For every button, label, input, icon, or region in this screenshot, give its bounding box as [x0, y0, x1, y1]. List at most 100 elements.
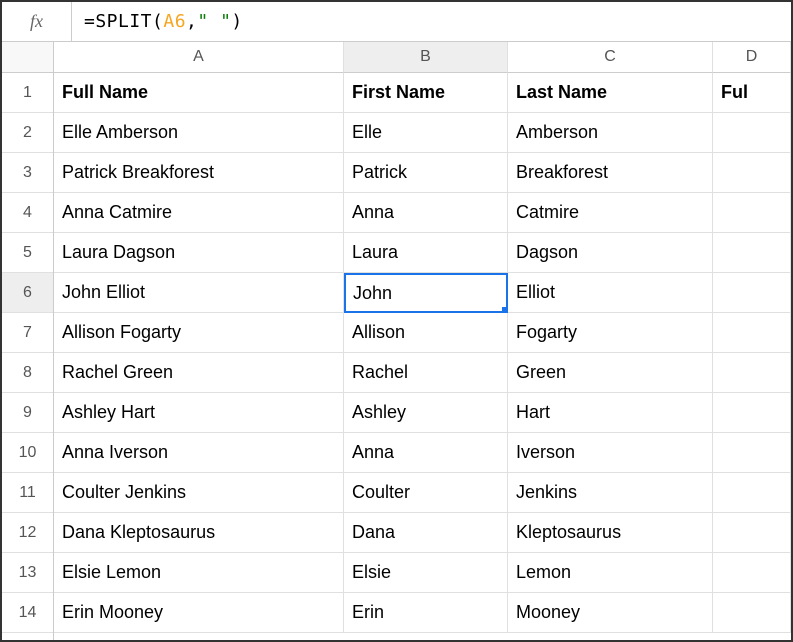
cell-A8[interactable]: Rachel Green	[54, 353, 344, 393]
column-headers: ABCD	[54, 42, 791, 73]
column-header-A[interactable]: A	[54, 42, 344, 73]
row-header-6[interactable]: 6	[2, 273, 53, 313]
cell-B13[interactable]: Elsie	[344, 553, 508, 593]
cell-A11[interactable]: Coulter Jenkins	[54, 473, 344, 513]
cell-D14[interactable]	[713, 593, 791, 633]
formula-cell-ref: A6	[163, 11, 186, 32]
table-row: Patrick BreakforestPatrickBreakforest	[54, 153, 791, 193]
cell-D11[interactable]	[713, 473, 791, 513]
cell-B6[interactable]: John	[344, 273, 508, 313]
row-header-4[interactable]: 4	[2, 193, 53, 233]
row-header-12[interactable]: 12	[2, 513, 53, 553]
cell-B2[interactable]: Elle	[344, 113, 508, 153]
row-header-11[interactable]: 11	[2, 473, 53, 513]
table-row: Full NameFirst NameLast NameFul	[54, 73, 791, 113]
cell-D1[interactable]: Ful	[713, 73, 791, 113]
row-header-5[interactable]: 5	[2, 233, 53, 273]
cell-D4[interactable]	[713, 193, 791, 233]
cell-A13[interactable]: Elsie Lemon	[54, 553, 344, 593]
cell-B3[interactable]: Patrick	[344, 153, 508, 193]
cell-C14[interactable]: Mooney	[508, 593, 713, 633]
cell-D7[interactable]	[713, 313, 791, 353]
cell-C7[interactable]: Fogarty	[508, 313, 713, 353]
table-row: Ashley HartAshleyHart	[54, 393, 791, 433]
table-row: Coulter JenkinsCoulterJenkins	[54, 473, 791, 513]
cell-B7[interactable]: Allison	[344, 313, 508, 353]
row-header-13[interactable]: 13	[2, 553, 53, 593]
formula-input[interactable]: =SPLIT(A6," ")	[72, 2, 791, 41]
table-row: Elle AmbersonElleAmberson	[54, 113, 791, 153]
cell-A10[interactable]: Anna Iverson	[54, 433, 344, 473]
data-rows: Full NameFirst NameLast NameFulElle Ambe…	[54, 73, 791, 633]
cell-A5[interactable]: Laura Dagson	[54, 233, 344, 273]
cell-D3[interactable]	[713, 153, 791, 193]
column-header-D[interactable]: D	[713, 42, 791, 73]
cell-B10[interactable]: Anna	[344, 433, 508, 473]
spreadsheet-grid: 1234567891011121314 ABCD Full NameFirst …	[2, 42, 791, 640]
formula-comma: ,	[186, 11, 197, 32]
table-row: Dana KleptosaurusDanaKleptosaurus	[54, 513, 791, 553]
cell-C9[interactable]: Hart	[508, 393, 713, 433]
cell-B8[interactable]: Rachel	[344, 353, 508, 393]
cell-B4[interactable]: Anna	[344, 193, 508, 233]
cell-B5[interactable]: Laura	[344, 233, 508, 273]
table-row: Laura DagsonLauraDagson	[54, 233, 791, 273]
cell-C4[interactable]: Catmire	[508, 193, 713, 233]
column-header-C[interactable]: C	[508, 42, 713, 73]
row-header-3[interactable]: 3	[2, 153, 53, 193]
cell-A14[interactable]: Erin Mooney	[54, 593, 344, 633]
table-row: Anna IversonAnnaIverson	[54, 433, 791, 473]
cell-D6[interactable]	[713, 273, 791, 313]
row-header-10[interactable]: 10	[2, 433, 53, 473]
cell-C5[interactable]: Dagson	[508, 233, 713, 273]
row-header-9[interactable]: 9	[2, 393, 53, 433]
cell-A7[interactable]: Allison Fogarty	[54, 313, 344, 353]
cell-B1[interactable]: First Name	[344, 73, 508, 113]
cell-D13[interactable]	[713, 553, 791, 593]
cell-D2[interactable]	[713, 113, 791, 153]
table-row: Erin MooneyErinMooney	[54, 593, 791, 633]
cell-D10[interactable]	[713, 433, 791, 473]
cell-C1[interactable]: Last Name	[508, 73, 713, 113]
cell-C11[interactable]: Jenkins	[508, 473, 713, 513]
select-all-corner[interactable]	[2, 42, 53, 73]
cell-B14[interactable]: Erin	[344, 593, 508, 633]
table-row: Rachel GreenRachelGreen	[54, 353, 791, 393]
cell-C8[interactable]: Green	[508, 353, 713, 393]
cell-A2[interactable]: Elle Amberson	[54, 113, 344, 153]
formula-string: " "	[197, 11, 231, 32]
cell-B11[interactable]: Coulter	[344, 473, 508, 513]
cell-C3[interactable]: Breakforest	[508, 153, 713, 193]
cell-D8[interactable]	[713, 353, 791, 393]
cell-D9[interactable]	[713, 393, 791, 433]
formula-bar: fx =SPLIT(A6," ")	[2, 2, 791, 42]
cell-D12[interactable]	[713, 513, 791, 553]
cell-A3[interactable]: Patrick Breakforest	[54, 153, 344, 193]
cell-A9[interactable]: Ashley Hart	[54, 393, 344, 433]
row-header-2[interactable]: 2	[2, 113, 53, 153]
row-header-8[interactable]: 8	[2, 353, 53, 393]
cell-C2[interactable]: Amberson	[508, 113, 713, 153]
row-headers: 1234567891011121314	[2, 42, 54, 640]
cell-A6[interactable]: John Elliot	[54, 273, 344, 313]
row-header-7[interactable]: 7	[2, 313, 53, 353]
formula-suffix: )	[231, 11, 242, 32]
cell-A12[interactable]: Dana Kleptosaurus	[54, 513, 344, 553]
row-header-14[interactable]: 14	[2, 593, 53, 633]
cell-C12[interactable]: Kleptosaurus	[508, 513, 713, 553]
cell-D5[interactable]	[713, 233, 791, 273]
cell-C6[interactable]: Elliot	[508, 273, 713, 313]
column-header-B[interactable]: B	[344, 42, 508, 73]
row-header-1[interactable]: 1	[2, 73, 53, 113]
table-row: Elsie LemonElsieLemon	[54, 553, 791, 593]
cell-C13[interactable]: Lemon	[508, 553, 713, 593]
cell-B12[interactable]: Dana	[344, 513, 508, 553]
cell-B9[interactable]: Ashley	[344, 393, 508, 433]
table-row: Anna CatmireAnnaCatmire	[54, 193, 791, 233]
cell-A1[interactable]: Full Name	[54, 73, 344, 113]
table-row: Allison FogartyAllisonFogarty	[54, 313, 791, 353]
cell-A4[interactable]: Anna Catmire	[54, 193, 344, 233]
fx-icon[interactable]: fx	[2, 2, 72, 41]
table-row: John ElliotJohnElliot	[54, 273, 791, 313]
cell-C10[interactable]: Iverson	[508, 433, 713, 473]
